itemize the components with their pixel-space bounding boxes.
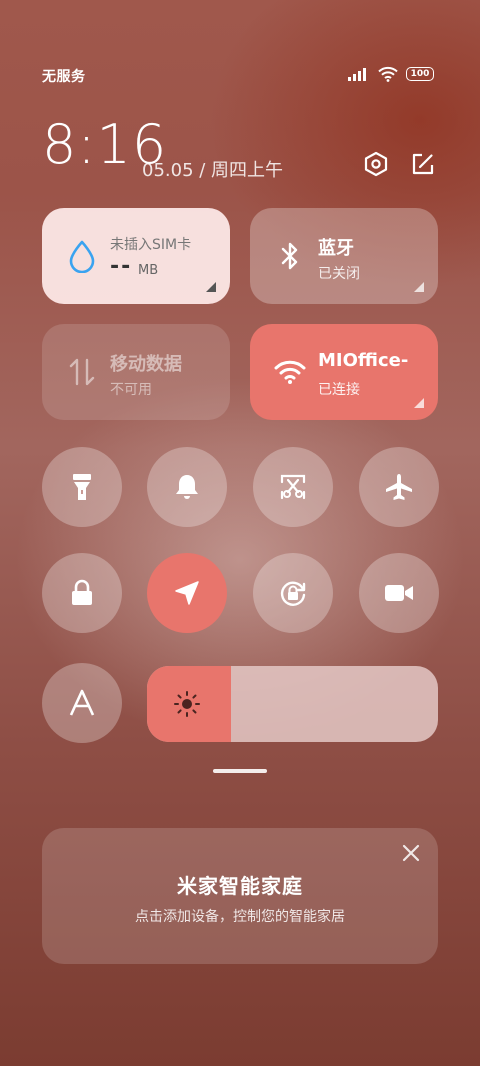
settings-button[interactable] [361, 149, 391, 179]
wifi-icon [272, 354, 308, 390]
lock-icon [72, 579, 92, 605]
location-arrow-icon [175, 581, 199, 605]
panel-drag-handle[interactable] [213, 769, 267, 773]
carrier-status: 无服务 [42, 69, 86, 85]
location-button[interactable] [147, 553, 227, 633]
bluetooth-icon [272, 238, 308, 274]
edit-icon [412, 153, 434, 175]
smart-home-title: 米家智能家庭 [177, 874, 303, 898]
data-usage-value: -- [110, 254, 133, 279]
mobile-data-arrows-icon [64, 354, 100, 390]
lock-screen-button[interactable] [42, 553, 122, 633]
bluetooth-title: 蓝牙 [318, 238, 354, 259]
tile-corner-indicator [206, 282, 216, 292]
brightness-sun-icon [174, 691, 200, 717]
signal-icon [348, 68, 366, 81]
clock-date: 05.05 / 周四上午 [142, 160, 284, 181]
wifi-status: 已连接 [318, 382, 360, 398]
flashlight-button[interactable] [42, 447, 122, 527]
mobile-data-status: 不可用 [110, 382, 152, 398]
video-camera-icon [385, 585, 413, 601]
settings-hexagon-icon [364, 151, 388, 177]
wifi-tile[interactable]: MIOffice- 已连接 [250, 324, 438, 420]
mobile-data-title: 移动数据 [110, 354, 182, 375]
bluetooth-status: 已关闭 [318, 266, 360, 282]
wifi-network-name: MIOffice- [318, 350, 409, 371]
screenshot-button[interactable] [253, 447, 333, 527]
data-usage-tile[interactable]: 未插入SIM卡 -- MB [42, 208, 230, 304]
mobile-data-tile[interactable]: 移动数据 不可用 [42, 324, 230, 420]
data-usage-unit: MB [138, 263, 159, 278]
smart-home-card[interactable]: 米家智能家庭 点击添加设备，控制您的智能家居 [42, 828, 438, 964]
scissors-screenshot-icon [280, 474, 306, 500]
brightness-slider[interactable] [147, 666, 438, 742]
smart-home-subtitle: 点击添加设备，控制您的智能家居 [135, 909, 345, 925]
edit-button[interactable] [408, 149, 438, 179]
wifi-status-icon [378, 66, 398, 82]
silent-mode-button[interactable] [147, 447, 227, 527]
tile-corner-indicator [414, 282, 424, 292]
bluetooth-tile[interactable]: 蓝牙 已关闭 [250, 208, 438, 304]
bell-icon [176, 475, 198, 499]
airplane-icon [386, 474, 412, 500]
data-usage-title: 未插入SIM卡 [110, 237, 192, 253]
flashlight-icon [73, 474, 91, 500]
status-icons: 100 [348, 66, 434, 82]
airplane-mode-button[interactable] [359, 447, 439, 527]
tile-corner-indicator [414, 398, 424, 408]
rotation-lock-button[interactable] [253, 553, 333, 633]
screen-record-button[interactable] [359, 553, 439, 633]
auto-brightness-button[interactable] [42, 663, 122, 743]
letter-a-icon [69, 689, 95, 716]
rotation-lock-icon [280, 581, 306, 606]
close-icon[interactable] [400, 842, 422, 864]
battery-icon: 100 [406, 67, 434, 81]
water-drop-icon [64, 238, 100, 274]
